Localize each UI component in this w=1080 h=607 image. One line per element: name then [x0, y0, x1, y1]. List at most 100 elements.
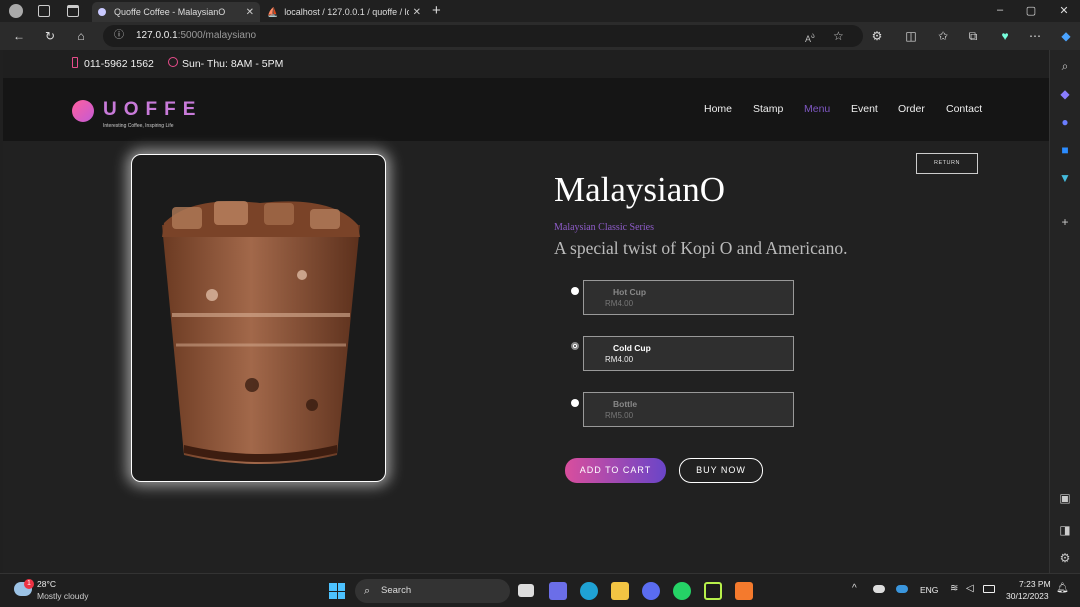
nav-order[interactable]: Order	[898, 103, 925, 115]
web-page: 011-5962 1562 Sun- Thu: 8AM - 5PM UOFFE …	[3, 50, 1049, 573]
performance-icon[interactable]: ♥	[996, 27, 1014, 45]
logo-icon[interactable]	[72, 100, 94, 122]
battery-icon[interactable]	[983, 585, 995, 593]
clock-date[interactable]: 30/12/2023	[1006, 591, 1049, 601]
task-view-icon[interactable]	[518, 584, 534, 597]
browser-tab-bar: Quoffe Coffee - MalaysianO ✕ ⛵ localhost…	[0, 0, 1080, 22]
media-player-icon[interactable]	[642, 582, 660, 600]
back-icon[interactable]: ←	[10, 27, 28, 45]
refresh-icon[interactable]: ↻	[41, 27, 59, 45]
weather-temp: 28°C	[37, 579, 56, 589]
option-price: RM4.00	[605, 355, 634, 364]
taskbar-search[interactable]: ⌕ Search	[355, 579, 510, 603]
tab-actions-icon[interactable]	[67, 5, 79, 17]
option-name: Hot Cup	[613, 287, 647, 297]
logo-text[interactable]: UOFFE	[103, 99, 202, 121]
option-radio-cold-cup[interactable]	[571, 342, 579, 350]
nav-stamp[interactable]: Stamp	[753, 103, 783, 115]
option-price: RM4.00	[605, 299, 634, 308]
teams-icon[interactable]	[549, 582, 567, 600]
weather-badge: 1	[24, 579, 34, 589]
collections-icon[interactable]: ⧉	[964, 27, 982, 45]
minimize-icon[interactable]: –	[990, 4, 1010, 16]
nav-menu[interactable]: Menu	[804, 103, 830, 115]
product-image-card	[131, 154, 386, 482]
option-price: RM5.00	[605, 411, 634, 420]
windows-taskbar: 1 28°C Mostly cloudy ⌕ Search ^ ENG ≋ ◁ …	[0, 573, 1080, 607]
new-tab-icon[interactable]: +	[432, 2, 441, 19]
nav-contact[interactable]: Contact	[946, 103, 982, 115]
product-series: Malaysian Classic Series	[554, 222, 654, 233]
nav-event[interactable]: Event	[851, 103, 878, 115]
tab-favicon-icon: ⛵	[267, 6, 279, 17]
screenshot-icon[interactable]: ▣	[1057, 490, 1073, 506]
url-path: :5000/malaysiano	[177, 30, 257, 41]
tray-chevron-icon[interactable]: ^	[852, 583, 857, 594]
pycharm-icon[interactable]	[704, 582, 722, 600]
close-tab-icon[interactable]: ✕	[246, 7, 254, 18]
notification-bell-icon[interactable]: 🔔︎	[1056, 583, 1069, 594]
add-sidebar-item-icon[interactable]: +	[1057, 214, 1073, 230]
sidebar-toggle-icon[interactable]: ◨	[1057, 522, 1073, 538]
read-aloud-icon[interactable]: Aა	[805, 25, 815, 50]
more-menu-icon[interactable]: ⋯	[1026, 27, 1044, 45]
tab-quoffe[interactable]: Quoffe Coffee - MalaysianO ✕	[92, 2, 260, 22]
return-button[interactable]: RETURN	[916, 153, 978, 174]
option-bottle[interactable]: Bottle RM5.00	[583, 392, 794, 427]
tab-phpmyadmin[interactable]: ⛵ localhost / 127.0.0.1 / quoffe / lo ✕	[261, 2, 427, 22]
option-name: Cold Cup	[613, 343, 651, 353]
top-info-bar: 011-5962 1562 Sun- Thu: 8AM - 5PM	[3, 50, 1049, 78]
favorite-star-icon[interactable]: ☆	[833, 25, 844, 47]
start-button-icon[interactable]	[329, 583, 345, 599]
settings-gear-icon[interactable]: ⚙	[1057, 550, 1073, 566]
tab-label: localhost / 127.0.0.1 / quoffe / lo	[284, 7, 410, 17]
logo-tagline: Interesting Coffee, Inspiring Life	[103, 123, 174, 129]
whatsapp-icon[interactable]	[673, 582, 691, 600]
nav-home[interactable]: Home	[704, 103, 732, 115]
clock-time[interactable]: 7:23 PM	[1019, 579, 1051, 589]
tab-label: Quoffe Coffee - MalaysianO	[114, 7, 226, 17]
favorites-icon[interactable]: ✩	[934, 27, 952, 45]
browser-nav-bar: ← ↻ ⌂ ⓘ 127.0.0.1:5000/malaysiano Aა ☆ ⚙…	[0, 22, 1080, 50]
profile-avatar-icon[interactable]	[9, 4, 23, 18]
shopping-tag-icon[interactable]: ◆	[1057, 86, 1073, 102]
games-icon[interactable]: ●	[1057, 114, 1073, 130]
home-icon[interactable]: ⌂	[72, 27, 90, 45]
maximize-icon[interactable]: ▢	[1021, 4, 1041, 17]
volume-icon[interactable]: ◁	[966, 583, 974, 594]
browser-sidebar: ⌕ ◆ ● ■ ▼ + ▣ ◨ ⚙	[1049, 50, 1080, 573]
search-icon[interactable]: ⌕	[1057, 58, 1073, 74]
product-title: MalaysianO	[554, 170, 726, 209]
site-header: UOFFE Interesting Coffee, Inspiring Life…	[3, 78, 1049, 141]
xampp-icon[interactable]	[735, 582, 753, 600]
buy-now-button[interactable]: BUY NOW	[679, 458, 763, 483]
file-explorer-icon[interactable]	[611, 582, 629, 600]
onedrive-icon[interactable]	[896, 585, 908, 593]
option-cold-cup[interactable]: Cold Cup RM4.00	[583, 336, 794, 371]
clock-icon	[168, 57, 178, 67]
close-window-icon[interactable]: ✕	[1054, 4, 1074, 17]
close-tab-icon[interactable]: ✕	[413, 7, 421, 18]
option-radio-hot-cup[interactable]	[571, 287, 579, 295]
split-screen-icon[interactable]: ◫	[902, 27, 920, 45]
product-description: A special twist of Kopi O and Americano.	[554, 238, 848, 258]
wifi-icon[interactable]: ≋	[950, 583, 958, 594]
copilot-icon[interactable]: ◆	[1057, 27, 1075, 45]
site-info-icon[interactable]: ⓘ	[114, 25, 124, 47]
cloud-icon[interactable]	[873, 585, 885, 593]
phone-icon	[72, 57, 78, 68]
extensions-icon[interactable]: ⚙	[868, 27, 886, 45]
option-hot-cup[interactable]: Hot Cup RM4.00	[583, 280, 794, 315]
address-bar[interactable]: ⓘ 127.0.0.1:5000/malaysiano Aა ☆	[103, 25, 863, 47]
outlook-icon[interactable]: ■	[1057, 142, 1073, 158]
weather-desc: Mostly cloudy	[37, 591, 89, 601]
language-indicator[interactable]: ENG	[920, 585, 938, 595]
workspaces-icon[interactable]	[38, 5, 50, 17]
add-to-cart-button[interactable]: ADD TO CART	[565, 458, 666, 483]
edge-icon[interactable]	[580, 582, 598, 600]
drop-icon[interactable]: ▼	[1057, 170, 1073, 186]
tab-favicon-icon	[98, 8, 106, 16]
search-label: Search	[381, 585, 412, 596]
opening-hours: Sun- Thu: 8AM - 5PM	[182, 58, 284, 70]
option-radio-bottle[interactable]	[571, 399, 579, 407]
